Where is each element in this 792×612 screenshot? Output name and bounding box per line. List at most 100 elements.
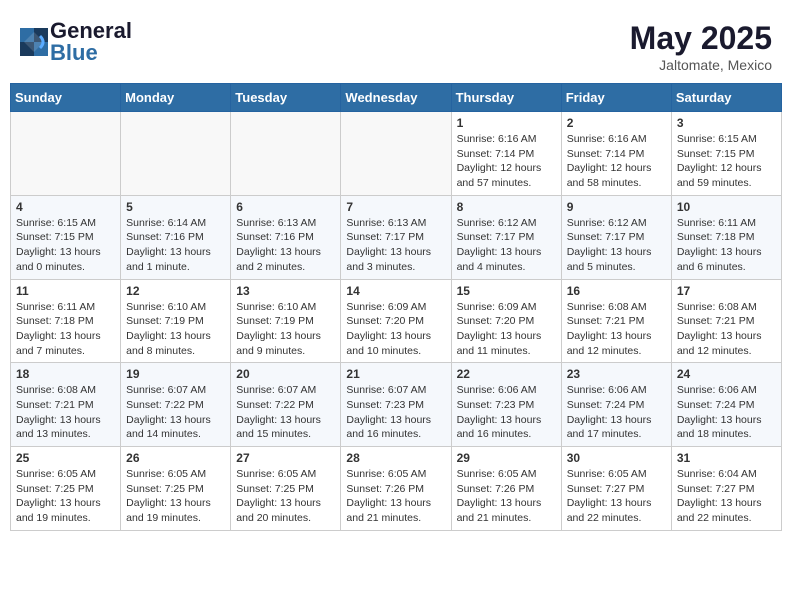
- logo-icon: [20, 28, 48, 56]
- day-info: Sunrise: 6:09 AM Sunset: 7:20 PM Dayligh…: [457, 300, 556, 359]
- calendar-cell: 18 Sunrise: 6:08 AM Sunset: 7:21 PM Dayli…: [11, 363, 121, 447]
- weekday-header-friday: Friday: [561, 84, 671, 112]
- calendar-cell: [11, 112, 121, 196]
- day-info: Sunrise: 6:06 AM Sunset: 7:24 PM Dayligh…: [567, 383, 666, 442]
- calendar-cell: 10Sunrise: 6:11 AM Sunset: 7:18 PM Dayli…: [671, 195, 781, 279]
- day-number: 12: [126, 284, 225, 298]
- day-number: 21: [346, 367, 445, 381]
- day-info: Sunrise: 6:06 AM Sunset: 7:23 PM Dayligh…: [457, 383, 556, 442]
- day-number: 5: [126, 200, 225, 214]
- day-number: 2: [567, 116, 666, 130]
- day-number: 9: [567, 200, 666, 214]
- calendar-cell: 11 Sunrise: 6:11 AM Sunset: 7:18 PM Dayli…: [11, 279, 121, 363]
- day-number: 28: [346, 451, 445, 465]
- day-info: Sunrise: 6:05 AM Sunset: 7:25 PM Dayligh…: [16, 467, 115, 526]
- calendar-cell: [121, 112, 231, 196]
- day-number: 26: [126, 451, 225, 465]
- day-number: 17: [677, 284, 776, 298]
- day-info: Sunrise: 6:07 AM Sunset: 7:22 PM Dayligh…: [236, 383, 335, 442]
- calendar-cell: 15 Sunrise: 6:09 AM Sunset: 7:20 PM Dayli…: [451, 279, 561, 363]
- day-number: 18: [16, 367, 115, 381]
- day-number: 25: [16, 451, 115, 465]
- calendar-cell: [341, 112, 451, 196]
- calendar-week-1: 1Sunrise: 6:16 AM Sunset: 7:14 PM Daylig…: [11, 112, 782, 196]
- day-info: Sunrise: 6:16 AM Sunset: 7:14 PM Dayligh…: [457, 132, 556, 191]
- calendar-cell: 30Sunrise: 6:05 AM Sunset: 7:27 PM Dayli…: [561, 447, 671, 531]
- weekday-header-wednesday: Wednesday: [341, 84, 451, 112]
- calendar-cell: 26 Sunrise: 6:05 AM Sunset: 7:25 PM Dayli…: [121, 447, 231, 531]
- calendar-cell: 20 Sunrise: 6:07 AM Sunset: 7:22 PM Dayli…: [231, 363, 341, 447]
- weekday-header-row: SundayMondayTuesdayWednesdayThursdayFrid…: [11, 84, 782, 112]
- day-info: Sunrise: 6:05 AM Sunset: 7:25 PM Dayligh…: [236, 467, 335, 526]
- day-info: Sunrise: 6:05 AM Sunset: 7:27 PM Dayligh…: [567, 467, 666, 526]
- day-number: 14: [346, 284, 445, 298]
- weekday-header-saturday: Saturday: [671, 84, 781, 112]
- day-number: 13: [236, 284, 335, 298]
- day-info: Sunrise: 6:15 AM Sunset: 7:15 PM Dayligh…: [677, 132, 776, 191]
- day-info: Sunrise: 6:08 AM Sunset: 7:21 PM Dayligh…: [16, 383, 115, 442]
- weekday-header-sunday: Sunday: [11, 84, 121, 112]
- calendar-cell: 12 Sunrise: 6:10 AM Sunset: 7:19 PM Dayli…: [121, 279, 231, 363]
- day-number: 22: [457, 367, 556, 381]
- day-number: 27: [236, 451, 335, 465]
- weekday-header-monday: Monday: [121, 84, 231, 112]
- day-number: 24: [677, 367, 776, 381]
- calendar-cell: 14Sunrise: 6:09 AM Sunset: 7:20 PM Dayli…: [341, 279, 451, 363]
- day-number: 16: [567, 284, 666, 298]
- calendar-cell: [231, 112, 341, 196]
- day-number: 11: [16, 284, 115, 298]
- day-info: Sunrise: 6:10 AM Sunset: 7:19 PM Dayligh…: [126, 300, 225, 359]
- calendar-cell: 29Sunrise: 6:05 AM Sunset: 7:26 PM Dayli…: [451, 447, 561, 531]
- day-info: Sunrise: 6:13 AM Sunset: 7:17 PM Dayligh…: [346, 216, 445, 275]
- day-info: Sunrise: 6:14 AM Sunset: 7:16 PM Dayligh…: [126, 216, 225, 275]
- day-number: 3: [677, 116, 776, 130]
- day-info: Sunrise: 6:16 AM Sunset: 7:14 PM Dayligh…: [567, 132, 666, 191]
- calendar-cell: 25 Sunrise: 6:05 AM Sunset: 7:25 PM Dayli…: [11, 447, 121, 531]
- day-info: Sunrise: 6:06 AM Sunset: 7:24 PM Dayligh…: [677, 383, 776, 442]
- calendar-cell: 22 Sunrise: 6:06 AM Sunset: 7:23 PM Dayli…: [451, 363, 561, 447]
- logo-blue: Blue: [50, 40, 98, 65]
- calendar-cell: 9Sunrise: 6:12 AM Sunset: 7:17 PM Daylig…: [561, 195, 671, 279]
- day-number: 31: [677, 451, 776, 465]
- day-info: Sunrise: 6:12 AM Sunset: 7:17 PM Dayligh…: [457, 216, 556, 275]
- calendar-cell: 8 Sunrise: 6:12 AM Sunset: 7:17 PM Daylig…: [451, 195, 561, 279]
- calendar-cell: 17 Sunrise: 6:08 AM Sunset: 7:21 PM Dayli…: [671, 279, 781, 363]
- day-info: Sunrise: 6:07 AM Sunset: 7:23 PM Dayligh…: [346, 383, 445, 442]
- calendar-week-2: 4Sunrise: 6:15 AM Sunset: 7:15 PM Daylig…: [11, 195, 782, 279]
- day-info: Sunrise: 6:13 AM Sunset: 7:16 PM Dayligh…: [236, 216, 335, 275]
- calendar-cell: 7 Sunrise: 6:13 AM Sunset: 7:17 PM Daylig…: [341, 195, 451, 279]
- calendar-cell: 31 Sunrise: 6:04 AM Sunset: 7:27 PM Dayli…: [671, 447, 781, 531]
- calendar-cell: 1Sunrise: 6:16 AM Sunset: 7:14 PM Daylig…: [451, 112, 561, 196]
- day-number: 29: [457, 451, 556, 465]
- day-number: 15: [457, 284, 556, 298]
- calendar-cell: 24 Sunrise: 6:06 AM Sunset: 7:24 PM Dayli…: [671, 363, 781, 447]
- day-info: Sunrise: 6:11 AM Sunset: 7:18 PM Dayligh…: [16, 300, 115, 359]
- calendar-cell: 27 Sunrise: 6:05 AM Sunset: 7:25 PM Dayli…: [231, 447, 341, 531]
- calendar-week-4: 18 Sunrise: 6:08 AM Sunset: 7:21 PM Dayli…: [11, 363, 782, 447]
- day-info: Sunrise: 6:15 AM Sunset: 7:15 PM Dayligh…: [16, 216, 115, 275]
- day-number: 8: [457, 200, 556, 214]
- day-info: Sunrise: 6:05 AM Sunset: 7:25 PM Dayligh…: [126, 467, 225, 526]
- page-header: General Blue May 2025 Jaltomate, Mexico: [10, 10, 782, 78]
- calendar-cell: 28 Sunrise: 6:05 AM Sunset: 7:26 PM Dayli…: [341, 447, 451, 531]
- day-info: Sunrise: 6:08 AM Sunset: 7:21 PM Dayligh…: [567, 300, 666, 359]
- day-number: 23: [567, 367, 666, 381]
- day-info: Sunrise: 6:05 AM Sunset: 7:26 PM Dayligh…: [346, 467, 445, 526]
- calendar-cell: 3 Sunrise: 6:15 AM Sunset: 7:15 PM Daylig…: [671, 112, 781, 196]
- day-number: 7: [346, 200, 445, 214]
- day-number: 20: [236, 367, 335, 381]
- calendar-cell: 16 Sunrise: 6:08 AM Sunset: 7:21 PM Dayli…: [561, 279, 671, 363]
- logo-text: General Blue: [50, 20, 132, 64]
- calendar-cell: 21 Sunrise: 6:07 AM Sunset: 7:23 PM Dayli…: [341, 363, 451, 447]
- calendar-cell: 4Sunrise: 6:15 AM Sunset: 7:15 PM Daylig…: [11, 195, 121, 279]
- title-block: May 2025 Jaltomate, Mexico: [630, 20, 772, 73]
- calendar-week-5: 25 Sunrise: 6:05 AM Sunset: 7:25 PM Dayli…: [11, 447, 782, 531]
- day-info: Sunrise: 6:04 AM Sunset: 7:27 PM Dayligh…: [677, 467, 776, 526]
- day-info: Sunrise: 6:08 AM Sunset: 7:21 PM Dayligh…: [677, 300, 776, 359]
- month-title: May 2025: [630, 20, 772, 57]
- day-number: 6: [236, 200, 335, 214]
- logo: General Blue: [20, 20, 132, 64]
- weekday-header-thursday: Thursday: [451, 84, 561, 112]
- day-info: Sunrise: 6:11 AM Sunset: 7:18 PM Dayligh…: [677, 216, 776, 275]
- calendar-cell: 5 Sunrise: 6:14 AM Sunset: 7:16 PM Daylig…: [121, 195, 231, 279]
